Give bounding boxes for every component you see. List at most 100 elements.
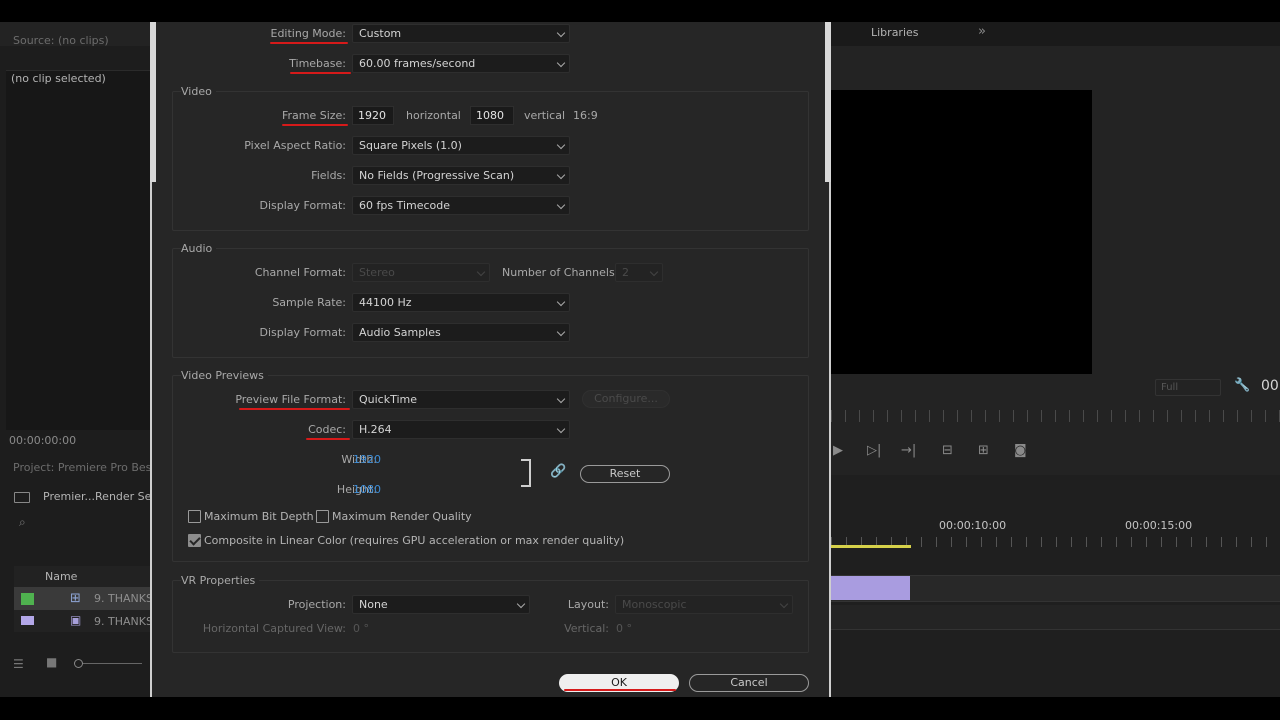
layout-select[interactable]: Monoscopic [615,595,793,614]
label-color-swatch[interactable] [21,593,34,605]
program-ruler[interactable] [831,410,1280,422]
frame-width-input[interactable]: 1920 [352,106,394,125]
channel-format-label: Channel Format: [254,266,346,279]
num-channels-label: Number of Channels: [502,266,619,279]
extract-icon[interactable]: ⊞ [978,443,989,458]
annotation-underline [306,438,350,440]
bottom-bar [0,697,1280,720]
sample-rate-select[interactable]: 44100 Hz [352,293,570,312]
cancel-button[interactable]: Cancel [689,674,809,692]
max-render-quality-checkbox[interactable] [316,510,329,523]
frame-size-label: Frame Size: [281,109,346,122]
project-panel-tab[interactable]: Project: Premiere Pro Best [13,461,156,474]
reset-button[interactable]: Reset [580,465,670,483]
search-icon[interactable]: ⌕ [19,515,26,530]
zoom-slider-thumb[interactable] [74,659,83,668]
annotation-underline [239,408,350,410]
work-area-bar[interactable] [831,545,911,548]
max-bit-depth-checkbox[interactable] [188,510,201,523]
go-to-out-icon[interactable]: →| [901,443,916,458]
audio-display-format-label: Display Format: [259,326,346,339]
chevron-down-icon [556,200,566,210]
chevron-down-icon [556,58,566,68]
play-icon[interactable]: ▶ [833,443,843,458]
video-display-format-label: Display Format: [259,199,346,212]
chevron-down-icon [556,140,566,150]
fit-select[interactable]: Full [1155,379,1221,396]
preview-format-label: Preview File Format: [235,393,346,406]
program-timecode[interactable]: 00: [1261,378,1280,394]
program-monitor-video [831,90,1092,374]
editing-mode-label: Editing Mode: [270,27,347,40]
icon-view-icon[interactable]: ■ [46,655,57,669]
composite-linear-label[interactable]: Composite in Linear Color (requires GPU … [204,534,624,547]
composite-linear-checkbox[interactable] [188,534,201,547]
fields-select[interactable]: No Fields (Progressive Scan) [352,166,570,185]
chevron-down-icon [476,267,486,277]
annotation-underline [290,72,351,74]
editing-mode-select[interactable]: Custom [352,24,570,43]
pixel-aspect-label: Pixel Aspect Ratio: [244,139,346,152]
vertical-label: vertical [524,109,566,122]
scrollbar-left[interactable] [150,22,156,182]
source-panel-title[interactable]: Source: (no clips) [13,34,109,47]
camera-icon[interactable]: ◙ [1014,443,1027,458]
annotation-underline [270,42,348,44]
vr-properties-group [172,580,809,653]
aspect-link-bracket [521,459,531,487]
timebase-select[interactable]: 60.00 frames/second [352,54,570,73]
source-timecode[interactable]: 00:00:00:00 [9,434,76,447]
max-render-quality-label[interactable]: Maximum Render Quality [332,510,472,523]
top-bar [0,0,1280,22]
preview-format-select[interactable]: QuickTime [352,390,570,409]
source-monitor [6,70,150,430]
codec-label: Codec: [308,423,346,436]
vertical-captured-label: Vertical: [564,622,609,635]
list-view-icon[interactable]: ☰ [13,657,24,671]
vr-properties-title: VR Properties [181,574,260,587]
name-column-header[interactable]: Name [45,570,77,583]
annotation-underline [282,124,348,126]
num-channels-select[interactable]: 2 [615,263,663,282]
wrench-icon[interactable]: 🔧 [1234,378,1250,393]
tab-libraries[interactable]: Libraries [871,26,919,39]
project-item-label[interactable]: 9. THANKS [94,615,153,628]
folder-icon [14,492,30,503]
link-icon[interactable]: 🔗 [550,464,566,479]
projection-select[interactable]: None [352,595,530,614]
channel-format-select[interactable]: Stereo [352,263,490,282]
vertical-captured-value[interactable]: 0 ° [616,622,632,635]
audio-display-format-select[interactable]: Audio Samples [352,323,570,342]
audio-track[interactable] [831,605,1280,630]
chevron-down-icon [556,424,566,434]
horizontal-captured-value[interactable]: 0 ° [353,622,369,635]
sequence-icon: ⊞ [70,591,81,606]
timeline-tick-label: 00:00:10:00 [939,519,1007,532]
project-folder-label: Premier...Render Setti [43,490,164,503]
pixel-aspect-select[interactable]: Square Pixels (1.0) [352,136,570,155]
preview-width-value[interactable]: 1920 [353,453,381,466]
chevron-down-icon [556,297,566,307]
video-group-title: Video [181,85,216,98]
chevron-down-icon [649,267,659,277]
video-previews-title: Video Previews [181,369,268,382]
chevron-down-icon [556,170,566,180]
audio-group-title: Audio [181,242,217,255]
step-forward-icon[interactable]: ▷| [867,443,881,458]
preview-height-value[interactable]: 1080 [353,483,381,496]
label-color-swatch[interactable] [21,616,34,625]
projection-label: Projection: [287,598,346,611]
more-panels-icon[interactable]: » [978,24,986,39]
timeline-tick-label: 00:00:15:00 [1125,519,1193,532]
configure-button[interactable]: Configure... [582,390,670,408]
max-bit-depth-label[interactable]: Maximum Bit Depth [204,510,314,523]
scrollbar-right[interactable] [825,22,831,182]
frame-height-input[interactable]: 1080 [470,106,514,125]
video-display-format-select[interactable]: 60 fps Timecode [352,196,570,215]
lift-icon[interactable]: ⊟ [942,443,953,458]
codec-select[interactable]: H.264 [352,420,570,439]
chevron-down-icon [556,28,566,38]
zoom-slider-track[interactable] [78,663,142,664]
project-item-label[interactable]: 9. THANKS [94,592,153,605]
timeline-clip[interactable] [831,576,910,600]
